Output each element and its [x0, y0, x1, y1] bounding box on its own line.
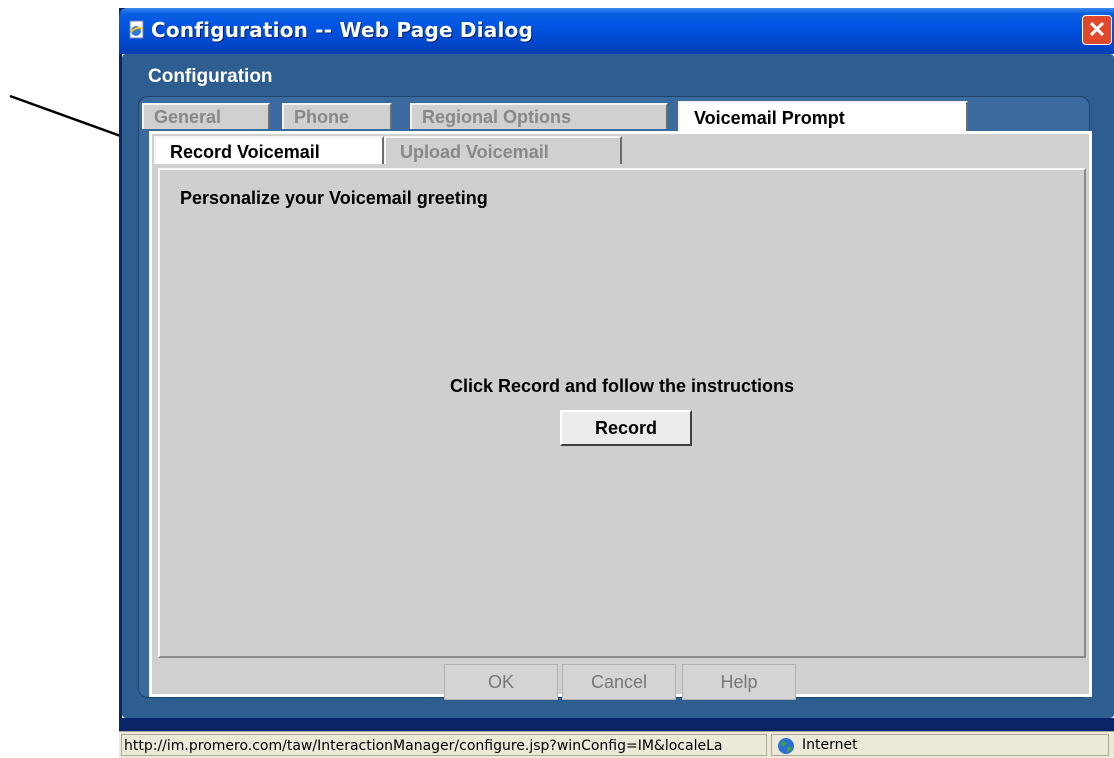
status-bar: http://im.promero.com/taw/InteractionMan… — [119, 731, 1114, 758]
tab-label: Voicemail Prompt — [694, 108, 845, 128]
greeting-heading: Personalize your Voicemail greeting — [180, 188, 488, 208]
cancel-button[interactable]: Cancel — [562, 664, 676, 700]
record-voicemail-panel: Personalize your Voicemail greeting Clic… — [158, 168, 1086, 658]
help-button[interactable]: Help — [682, 664, 796, 700]
window-title: Configuration -- Web Page Dialog — [151, 18, 533, 42]
subtab-label: Record Voicemail — [170, 142, 320, 162]
title-bar[interactable]: Configuration -- Web Page Dialog ✕ — [119, 8, 1114, 54]
ok-button[interactable]: OK — [444, 664, 558, 700]
ie-page-icon — [129, 20, 144, 39]
tab-label: Phone — [294, 107, 350, 127]
panel-title: Configuration — [148, 66, 273, 87]
zone-label: Internet — [802, 737, 858, 753]
close-icon: ✕ — [1087, 17, 1107, 42]
security-zone: Internet — [771, 734, 1109, 756]
tab-general[interactable]: General — [142, 103, 270, 129]
subtab-label: Upload Voicemail — [400, 142, 549, 162]
record-instructions: Click Record and follow the instructions — [449, 376, 795, 396]
tab-regional-options[interactable]: Regional Options — [410, 103, 668, 129]
dialog-client: Configuration General Phone Regional Opt… — [122, 54, 1114, 718]
tab-label: General — [154, 107, 222, 127]
tab-content-inner: Record Voicemail Upload Voicemail Person… — [152, 134, 1089, 700]
record-button[interactable]: Record — [560, 410, 692, 446]
globe-icon — [778, 738, 794, 754]
status-url: http://im.promero.com/taw/InteractionMan… — [121, 734, 767, 756]
subtab-record-voicemail[interactable]: Record Voicemail — [154, 136, 384, 164]
tab-content: Record Voicemail Upload Voicemail Person… — [149, 131, 1092, 700]
configuration-panel: Configuration General Phone Regional Opt… — [122, 54, 1114, 718]
tab-phone[interactable]: Phone — [282, 103, 392, 129]
tab-label: Regional Options — [422, 107, 572, 127]
subtab-upload-voicemail[interactable]: Upload Voicemail — [384, 136, 622, 164]
tab-voicemail-prompt[interactable]: Voicemail Prompt — [678, 101, 968, 131]
dialog-window: Configuration -- Web Page Dialog ✕ Confi… — [119, 8, 1114, 731]
close-button[interactable]: ✕ — [1082, 15, 1112, 45]
